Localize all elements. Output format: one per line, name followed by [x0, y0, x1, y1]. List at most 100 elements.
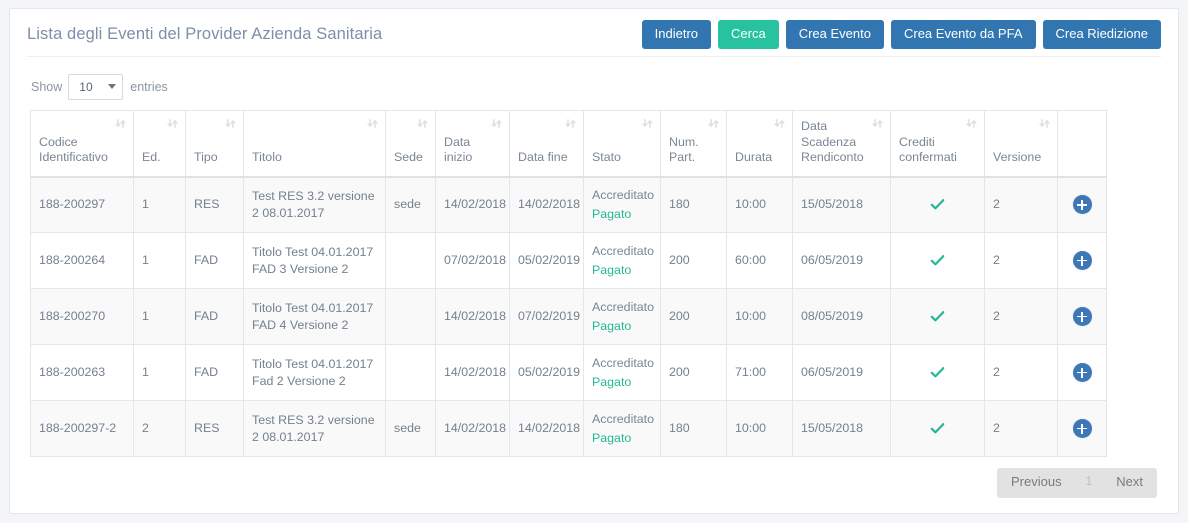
- cell-data-scadenza: 15/05/2018: [792, 176, 891, 233]
- cell-data-scadenza: 08/05/2019: [792, 288, 891, 345]
- sort-updown-icon[interactable]: [225, 118, 236, 129]
- cell-crediti-confermati: [890, 344, 985, 401]
- column-header-label: Tipo: [194, 150, 218, 164]
- column-header-stato[interactable]: Stato: [583, 110, 661, 178]
- table-row[interactable]: 188-200270 1 FAD Titolo Test 04.01.2017 …: [30, 288, 1107, 345]
- cell-data-fine: 05/02/2019: [509, 344, 584, 401]
- sort-updown-icon[interactable]: [708, 118, 719, 129]
- cell-crediti-confermati: [890, 288, 985, 345]
- pagination: Previous 1 Next: [997, 468, 1157, 498]
- table-row[interactable]: 188-200263 1 FAD Titolo Test 04.01.2017 …: [30, 344, 1107, 401]
- cell-stato: Accreditato Pagato: [583, 232, 661, 289]
- cell-sede: [385, 344, 436, 401]
- stato-payment-value: Pagato: [592, 206, 632, 221]
- sort-updown-icon[interactable]: [642, 118, 653, 129]
- column-header-num-part[interactable]: Num. Part.: [660, 110, 727, 178]
- cell-action[interactable]: [1057, 288, 1107, 345]
- crea-evento-button[interactable]: Crea Evento: [785, 19, 884, 50]
- cell-titolo: Titolo Test 04.01.2017 FAD 4 Versione 2: [243, 288, 386, 345]
- column-header-sede[interactable]: Sede: [385, 110, 436, 178]
- column-header-label: Codice Identificativo: [39, 134, 108, 165]
- sort-updown-icon[interactable]: [491, 118, 502, 129]
- cell-ed: 1: [133, 232, 186, 289]
- plus-icon[interactable]: [1072, 419, 1092, 438]
- check-icon: [930, 253, 945, 268]
- column-header-codice-identificativo[interactable]: Codice Identificativo: [30, 110, 134, 178]
- cell-num-part: 200: [660, 288, 727, 345]
- cell-num-part: 180: [660, 400, 727, 457]
- table-row[interactable]: 188-200297-2 2 RES Test RES 3.2 versione…: [30, 400, 1107, 457]
- cell-codice: 188-200270: [30, 288, 134, 345]
- stato-payment-value: Pagato: [592, 430, 632, 445]
- table-row[interactable]: 188-200297 1 RES Test RES 3.2 versione 2…: [30, 176, 1107, 233]
- plus-icon[interactable]: [1072, 195, 1092, 215]
- cell-num-part: 200: [660, 344, 727, 401]
- sort-updown-icon[interactable]: [872, 118, 883, 129]
- cell-durata: 10:00: [726, 400, 793, 457]
- pagination-page-1[interactable]: 1: [1076, 468, 1103, 498]
- indietro-button[interactable]: Indietro: [641, 19, 712, 50]
- cell-sede: sede: [385, 176, 436, 233]
- cell-action[interactable]: [1057, 400, 1107, 457]
- sort-updown-icon[interactable]: [1039, 118, 1050, 129]
- column-header-label: Data inizio: [444, 134, 473, 165]
- plus-icon[interactable]: [1072, 307, 1092, 326]
- cell-versione: 2: [984, 288, 1058, 345]
- sort-updown-icon[interactable]: [417, 118, 428, 129]
- cell-action[interactable]: [1057, 232, 1107, 289]
- column-header-ed[interactable]: Ed.: [133, 110, 186, 178]
- sort-updown-icon[interactable]: [774, 118, 785, 129]
- cell-action[interactable]: [1057, 344, 1107, 401]
- column-header-label: Durata: [735, 150, 773, 164]
- entries-select-wrapper[interactable]: 10: [68, 74, 124, 100]
- column-header-label: Versione: [993, 150, 1042, 164]
- column-header-data-inizio[interactable]: Data inizio: [435, 110, 510, 178]
- crea-riedizione-button[interactable]: Crea Riedizione: [1042, 19, 1161, 50]
- cell-codice: 188-200297: [30, 176, 134, 233]
- header-action-buttons: Indietro Cerca Crea Evento Crea Evento d…: [641, 19, 1161, 50]
- cell-durata: 10:00: [726, 288, 793, 345]
- column-header-label: Sede: [394, 150, 423, 164]
- table-row[interactable]: 188-200264 1 FAD Titolo Test 04.01.2017 …: [30, 232, 1107, 289]
- cell-action[interactable]: [1057, 176, 1107, 233]
- stato-value: Accreditato: [592, 188, 654, 203]
- column-header-crediti-confermati[interactable]: Crediti confermati: [890, 110, 985, 178]
- column-header-label: Data Scadenza Rendiconto: [801, 119, 864, 164]
- plus-icon[interactable]: [1072, 363, 1092, 382]
- table-length-control: Show 10 entries: [27, 57, 1161, 110]
- sort-updown-icon[interactable]: [966, 118, 977, 129]
- cell-stato: Accreditato Pagato: [583, 344, 661, 401]
- cell-codice: 188-200263: [30, 344, 134, 401]
- cell-titolo: Test RES 3.2 versione 2 08.01.2017: [243, 176, 386, 233]
- cell-data-fine: 14/02/2018: [509, 176, 584, 233]
- check-icon: [930, 197, 945, 212]
- sort-updown-icon[interactable]: [565, 118, 576, 129]
- cell-versione: 2: [984, 344, 1058, 401]
- column-header-data-fine[interactable]: Data fine: [509, 110, 584, 178]
- sort-updown-icon[interactable]: [167, 118, 178, 129]
- stato-payment-value: Pagato: [592, 318, 632, 333]
- stato-value: Accreditato: [592, 299, 654, 314]
- column-header-titolo[interactable]: Titolo: [243, 110, 386, 178]
- column-header-versione[interactable]: Versione: [984, 110, 1058, 178]
- sort-updown-icon[interactable]: [115, 118, 126, 129]
- stato-value: Accreditato: [592, 355, 654, 370]
- column-header-actions: [1057, 110, 1107, 178]
- cell-crediti-confermati: [890, 232, 985, 289]
- cell-data-scadenza: 15/05/2018: [792, 400, 891, 457]
- crea-evento-da-pfa-button[interactable]: Crea Evento da PFA: [890, 19, 1036, 50]
- check-icon: [930, 365, 945, 380]
- column-header-tipo[interactable]: Tipo: [185, 110, 244, 178]
- column-header-data-scadenza-rendiconto[interactable]: Data Scadenza Rendiconto: [792, 110, 891, 178]
- sort-updown-icon[interactable]: [367, 118, 378, 129]
- pagination-next-button[interactable]: Next: [1102, 468, 1157, 498]
- column-header-durata[interactable]: Durata: [726, 110, 793, 178]
- card-header: Lista degli Eventi del Provider Azienda …: [27, 9, 1161, 57]
- pagination-previous-button[interactable]: Previous: [997, 468, 1076, 498]
- cell-num-part: 180: [660, 176, 727, 233]
- cell-stato: Accreditato Pagato: [583, 176, 661, 233]
- cerca-button[interactable]: Cerca: [718, 19, 779, 50]
- entries-length-select[interactable]: 10: [68, 74, 124, 100]
- table-header-row: Codice Identificativo Ed. Tipo Titolo Se…: [30, 110, 1107, 178]
- plus-icon[interactable]: [1072, 251, 1092, 270]
